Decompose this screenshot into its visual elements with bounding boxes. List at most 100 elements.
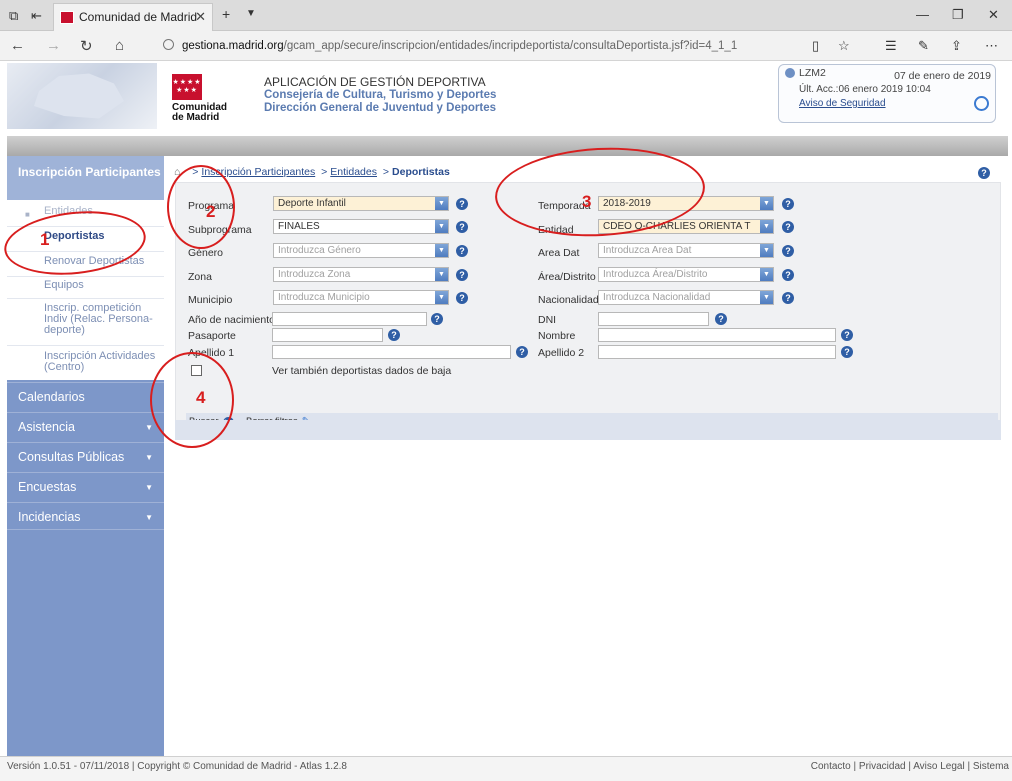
programa-help-icon[interactable]: ?	[456, 198, 468, 210]
footer-links[interactable]: Contacto | Privacidad | Aviso Legal | Si…	[811, 761, 1009, 772]
breadcrumb-separator: >	[321, 166, 328, 178]
nacionalidad-select[interactable]: Introduzca Nacionalidad ▼	[598, 290, 774, 305]
sidebar-header[interactable]: Inscripción Participantes	[7, 156, 164, 200]
dropdown-arrow-icon[interactable]: ▼	[760, 244, 773, 257]
favorite-star-icon[interactable]: ☆	[838, 38, 850, 54]
dropdown-arrow-icon[interactable]: ▼	[435, 268, 448, 281]
zona-placeholder: Introduzca Zona	[278, 269, 351, 280]
genero-select[interactable]: Introduzca Género ▼	[273, 243, 449, 258]
area-dat-help-icon[interactable]: ?	[782, 245, 794, 257]
sidebar-menu-consultas-publicas[interactable]: Consultas Públicas ▼	[7, 442, 164, 470]
new-tab-icon[interactable]: +	[222, 6, 230, 22]
favorites-hub-icon[interactable]: ☰	[885, 38, 897, 54]
logout-power-icon[interactable]	[974, 96, 989, 111]
current-date: 07 de enero de 2019	[894, 70, 991, 82]
dni-input[interactable]	[598, 312, 709, 326]
sidebar-item-inscripcion-actividades[interactable]: Inscripción Actividades (Centro)	[7, 345, 164, 379]
pasaporte-input[interactable]	[272, 328, 383, 342]
annotation-circle-4	[150, 352, 234, 448]
chevron-down-icon: ▼	[145, 513, 153, 522]
dropdown-arrow-icon[interactable]: ▼	[760, 268, 773, 281]
dropdown-arrow-icon[interactable]: ▼	[760, 220, 773, 233]
url-host: gestiona.madrid.org	[182, 40, 284, 52]
dropdown-arrow-icon[interactable]: ▼	[435, 197, 448, 210]
sidebar-menu-incidencias[interactable]: Incidencias ▼	[7, 502, 164, 530]
apellido1-input[interactable]	[272, 345, 511, 359]
sidebar-item-equipos[interactable]: Equipos	[7, 276, 164, 296]
municipio-help-icon[interactable]: ?	[456, 292, 468, 304]
set-aside-tabs-icon[interactable]: ⇤	[31, 8, 42, 24]
share-icon[interactable]: ⇪	[951, 38, 962, 54]
main-content: ⌂ > Inscripción Participantes > Entidades …	[164, 156, 1008, 756]
pasaporte-help-icon[interactable]: ?	[388, 329, 400, 341]
site-info-icon[interactable]	[163, 39, 174, 50]
subprograma-value: FINALES	[278, 221, 320, 232]
restore-icon[interactable]: ❐	[952, 7, 964, 23]
zona-select[interactable]: Introduzca Zona ▼	[273, 267, 449, 282]
breadcrumb-link-entidades[interactable]: Entidades	[330, 166, 377, 178]
url-field[interactable]: gestiona.madrid.org/gcam_app/secure/insc…	[163, 35, 863, 57]
nombre-help-icon[interactable]: ?	[841, 329, 853, 341]
baja-checkbox-label: Ver también deportistas dados de baja	[272, 365, 452, 377]
annotation-circle-2	[167, 165, 235, 249]
zona-help-icon[interactable]: ?	[456, 269, 468, 281]
dropdown-arrow-icon[interactable]: ▼	[760, 197, 773, 210]
genero-label: Género	[188, 247, 224, 259]
area-distrito-select[interactable]: Introduzca Área/Distrito ▼	[598, 267, 774, 282]
tab-title: Comunidad de Madrid	[79, 10, 198, 24]
area-dat-select[interactable]: Introduzca Area Dat ▼	[598, 243, 774, 258]
home-icon[interactable]: ⌂	[115, 37, 124, 54]
temporada-help-icon[interactable]: ?	[782, 198, 794, 210]
anio-nacimiento-help-icon[interactable]: ?	[431, 313, 443, 325]
app-title-line1: APLICACIÓN DE GESTIÓN DEPORTIVA	[264, 75, 486, 89]
browser-tab[interactable]: Comunidad de Madrid ✕	[53, 3, 213, 31]
nombre-input[interactable]	[598, 328, 836, 342]
pen-notes-icon[interactable]: ✎	[918, 38, 929, 54]
more-menu-icon[interactable]: ⋯	[985, 38, 998, 54]
app-title-line3: Dirección General de Juventud y Deportes	[264, 102, 496, 114]
apellido2-input[interactable]	[598, 345, 836, 359]
apellido2-help-icon[interactable]: ?	[841, 346, 853, 358]
tab-list-chevron-icon[interactable]: ▼	[246, 8, 256, 19]
municipio-label: Municipio	[188, 294, 233, 306]
sidebar-item-inscrip-competicion[interactable]: Inscrip. competición Indiv (Relac. Perso…	[7, 298, 164, 344]
refresh-icon[interactable]: ↻	[80, 37, 93, 55]
nacionalidad-help-icon[interactable]: ?	[782, 292, 794, 304]
sidebar-menu-encuestas[interactable]: Encuestas ▼	[7, 472, 164, 500]
last-access: Últ. Acc.:06 enero 2019 10:04	[799, 84, 931, 95]
nacionalidad-placeholder: Introduzca Nacionalidad	[603, 292, 711, 303]
dropdown-arrow-icon[interactable]: ▼	[435, 291, 448, 304]
reading-view-icon[interactable]: ▯	[812, 38, 819, 54]
page-help-icon[interactable]: ?	[978, 167, 990, 179]
tab-close-icon[interactable]: ✕	[195, 9, 206, 25]
entidad-help-icon[interactable]: ?	[782, 221, 794, 233]
sidebar-item-label: Inscripción Actividades (Centro)	[44, 350, 156, 373]
back-icon[interactable]: ←	[10, 37, 25, 54]
genero-help-icon[interactable]: ?	[456, 245, 468, 257]
anio-nacimiento-label: Año de nacimiento	[188, 314, 275, 326]
subprograma-select[interactable]: FINALES ▼	[273, 219, 449, 234]
programa-select[interactable]: Deporte Infantil ▼	[273, 196, 449, 211]
app-title-line2: Consejería de Cultura, Turismo y Deporte…	[264, 89, 497, 101]
footer-version: Versión 1.0.51 - 07/11/2018 | Copyright …	[7, 761, 347, 772]
dropdown-arrow-icon[interactable]: ▼	[435, 244, 448, 257]
subprograma-help-icon[interactable]: ?	[456, 221, 468, 233]
header-divider-bar	[7, 136, 1008, 156]
dni-label: DNI	[538, 314, 557, 326]
area-distrito-help-icon[interactable]: ?	[782, 269, 794, 281]
window-close-icon[interactable]: ✕	[988, 7, 999, 23]
bullet-icon: ■	[25, 210, 30, 219]
anio-nacimiento-input[interactable]	[272, 312, 427, 326]
municipio-select[interactable]: Introduzca Municipio ▼	[273, 290, 449, 305]
dropdown-arrow-icon[interactable]: ▼	[435, 220, 448, 233]
minimize-icon[interactable]: —	[916, 7, 929, 22]
security-notice-link[interactable]: Aviso de Seguridad	[799, 98, 886, 109]
apellido1-help-icon[interactable]: ?	[516, 346, 528, 358]
page-header: ★★★★ ★★★ Comunidad de Madrid APLICACIÓN D…	[0, 62, 1012, 134]
dropdown-arrow-icon[interactable]: ▼	[760, 291, 773, 304]
sidebar-menu-asistencia[interactable]: Asistencia ▼	[7, 412, 164, 440]
dni-help-icon[interactable]: ?	[715, 313, 727, 325]
sidebar-menu-calendarios[interactable]: Calendarios	[7, 382, 164, 410]
forward-icon[interactable]: →	[46, 37, 61, 54]
tab-actions-icon[interactable]: ⧉	[9, 8, 18, 24]
